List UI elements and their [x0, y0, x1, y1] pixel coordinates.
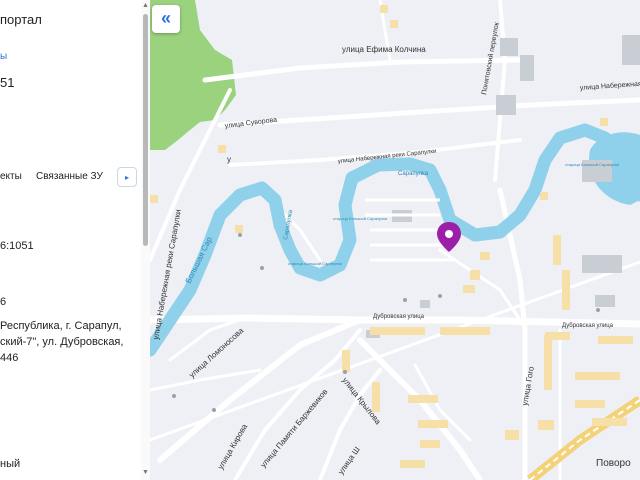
label-lomonosova: улица Ломоносова — [187, 326, 245, 380]
cadastral-number: 6:1051 — [0, 240, 34, 252]
map-canvas[interactable]: улица Ефима Колчина Понятовский переулок… — [150, 0, 640, 480]
label-suvorova: улица Суворова — [224, 117, 277, 130]
label-dubrovskaya-left: Дубровская улица — [373, 314, 425, 320]
label-naberezhnaya-top: улица Набережная реки — [580, 79, 640, 92]
label-starica-2: старица Большой Сарапулки — [288, 261, 342, 266]
label-shchorsa: улица Ш — [336, 445, 361, 476]
label-starica-1: старица Большой Сарапулки — [333, 216, 387, 221]
label-gogol: улица Гого — [520, 365, 536, 406]
label-u-fragment: у — [227, 155, 231, 164]
panel-scrollbar[interactable]: ▲ ▼ — [141, 0, 150, 480]
panel-link[interactable]: ы — [0, 51, 7, 62]
map-view[interactable]: улица Ефима Колчина Понятовский переулок… — [150, 0, 640, 480]
double-chevron-left-icon: « — [160, 8, 171, 28]
scrollbar-thumb[interactable] — [143, 14, 148, 246]
status-value: ный — [0, 458, 21, 470]
tab-scroll-right-button[interactable]: ▸ — [117, 167, 137, 187]
label-starica-3: старица Большой Сарапулки — [565, 162, 619, 167]
field-value: 6 — [0, 296, 7, 308]
chevron-right-icon: ▸ — [125, 173, 130, 182]
location-marker-icon[interactable] — [437, 222, 461, 252]
address-line-1: Республика, г. Сарапул, — [0, 320, 122, 332]
object-number: 51 — [0, 75, 15, 90]
collapse-panel-button[interactable]: « — [152, 5, 180, 33]
label-dubrovskaya-right: Дубровская улица — [562, 323, 614, 329]
scroll-up-icon[interactable]: ▲ — [142, 2, 149, 9]
portal-title: портал — [0, 12, 42, 27]
address-line-2: ский-7", ул. Дубровская, — [0, 336, 124, 348]
address-line-3: 446 — [0, 352, 19, 364]
label-efima-kolchina: улица Ефима Колчина — [342, 45, 426, 54]
label-povorot: Поворо — [596, 458, 631, 469]
info-panel: портал ы 51 екты Связанные ЗУ ▸ 6:1051 6… — [0, 0, 150, 480]
tab-objects[interactable]: екты — [0, 171, 22, 182]
tab-related-parcels[interactable]: Связанные ЗУ — [36, 171, 103, 182]
label-sarapulka-top: Сарапулка — [398, 171, 429, 177]
scroll-down-icon[interactable]: ▼ — [142, 469, 149, 476]
